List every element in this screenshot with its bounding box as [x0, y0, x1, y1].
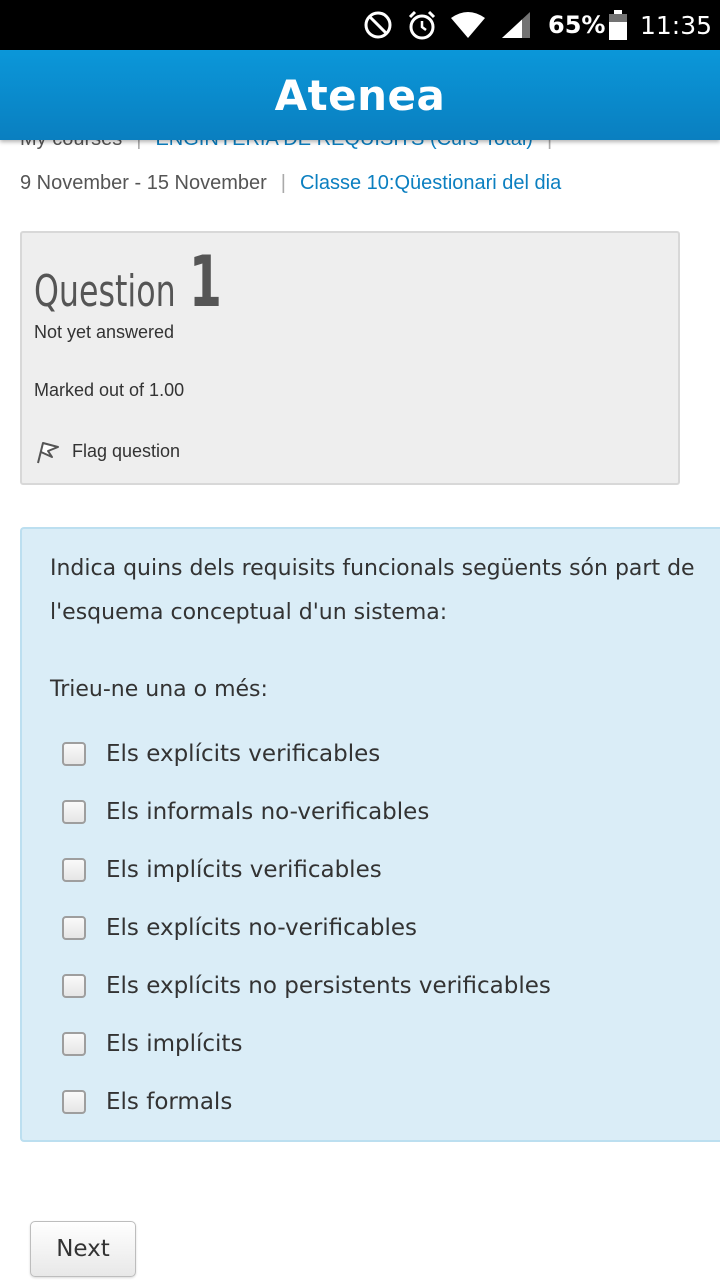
question-text: Indica quins dels requisits funcionals s… — [50, 556, 695, 625]
answer-label[interactable]: Els explícits no-verificables — [106, 915, 417, 941]
answer-option[interactable]: Els informals no-verificables — [62, 783, 551, 841]
clock: 11:35 — [640, 10, 713, 40]
answer-option[interactable]: Els implícits — [62, 1015, 551, 1073]
app-header: Atenea — [0, 50, 720, 140]
answer-checkbox[interactable] — [62, 974, 86, 998]
answer-option[interactable]: Els implícits verificables — [62, 841, 551, 899]
battery-percent: 65% — [548, 11, 606, 39]
answer-prompt: Trieu-ne una o més: — [50, 677, 268, 702]
answer-checkbox[interactable] — [62, 858, 86, 882]
cell-signal-icon — [500, 0, 532, 50]
answer-list: Els explícits verificables Els informals… — [62, 725, 551, 1131]
question-number: 1 — [189, 241, 222, 323]
question-grade: Marked out of 1.00 — [34, 380, 185, 400]
answer-option[interactable]: Els explícits no persistents verificable… — [62, 957, 551, 1015]
alarm-icon — [406, 0, 438, 50]
status-bar: 65% 11:35 — [0, 0, 720, 50]
answer-label[interactable]: Els implícits — [106, 1031, 242, 1057]
answer-label[interactable]: Els informals no-verificables — [106, 799, 429, 825]
answer-checkbox[interactable] — [62, 916, 86, 940]
next-button[interactable]: Next — [30, 1221, 136, 1277]
breadcrumb-week[interactable]: 9 November - 15 November — [20, 172, 267, 195]
question-word: Question — [34, 266, 176, 317]
answer-option[interactable]: Els explícits no-verificables — [62, 899, 551, 957]
question-info-panel: Question 1 Not yet answered Marked out of… — [20, 231, 680, 485]
breadcrumb-row: 9 November - 15 November | Classe 10:Qüest… — [20, 172, 561, 202]
answer-option[interactable]: Els explícits verificables — [62, 725, 551, 783]
app-title[interactable]: Atenea — [275, 71, 446, 120]
breadcrumb-quiz-link[interactable]: Classe 10:Qüestionari del dia — [300, 172, 561, 195]
flag-question-label: Flag question — [72, 440, 181, 461]
breadcrumb-separator: | — [280, 172, 286, 195]
answer-label[interactable]: Els formals — [106, 1089, 232, 1115]
do-not-disturb-icon — [362, 0, 394, 50]
battery-icon — [608, 0, 628, 50]
answer-option[interactable]: Els formals — [62, 1073, 551, 1131]
answer-checkbox[interactable] — [62, 1090, 86, 1114]
question-state: Not yet answered — [34, 322, 175, 342]
wifi-icon — [450, 0, 486, 50]
answer-checkbox[interactable] — [62, 800, 86, 824]
answer-label[interactable]: Els explícits no persistents verificable… — [106, 973, 551, 999]
flag-question-button[interactable]: Flag question — [34, 437, 180, 465]
answer-checkbox[interactable] — [62, 742, 86, 766]
answer-label[interactable]: Els explícits verificables — [106, 741, 380, 767]
flag-icon — [37, 442, 59, 464]
answer-label[interactable]: Els implícits verificables — [106, 857, 382, 883]
question-heading: Question 1 — [34, 241, 233, 323]
question-content-panel: Indica quins dels requisits funcionals s… — [20, 527, 720, 1142]
answer-checkbox[interactable] — [62, 1032, 86, 1056]
